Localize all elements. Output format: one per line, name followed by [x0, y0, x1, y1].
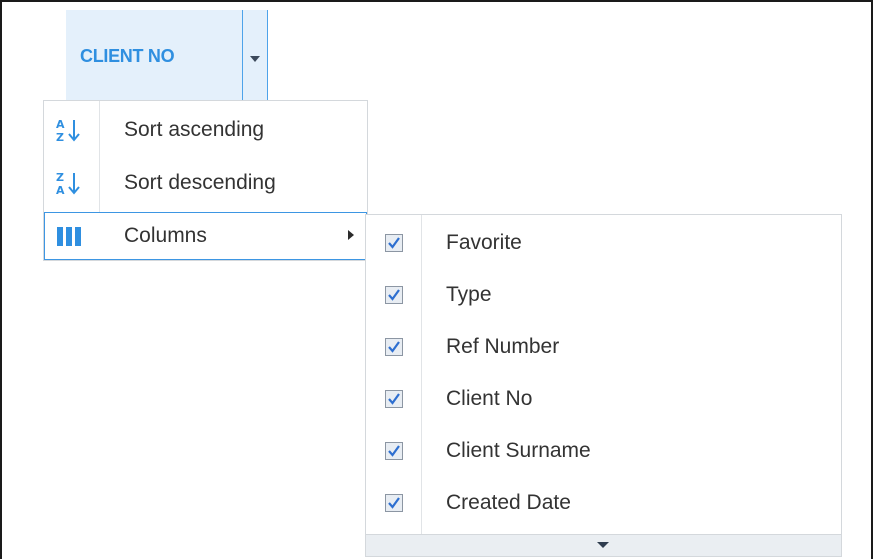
checkbox[interactable] — [385, 286, 403, 304]
column-context-menu: A Z Sort ascending Z A Sort descending C… — [43, 100, 368, 261]
menu-item-label: Columns — [124, 224, 207, 247]
menu-item-sort-ascending[interactable]: A Z Sort ascending — [44, 104, 367, 156]
column-toggle-label: Type — [446, 283, 492, 306]
submenu-scroll-down-button[interactable] — [366, 534, 841, 556]
column-toggle-label: Created Date — [446, 491, 571, 514]
checkbox[interactable] — [385, 442, 403, 460]
column-header-title: CLIENT NO — [80, 46, 175, 66]
checkbox[interactable] — [385, 338, 403, 356]
column-toggle-label: Client No — [446, 387, 533, 410]
columns-submenu: Favorite Type Ref Number Client No Clien… — [365, 214, 842, 557]
column-toggle-client-surname[interactable]: Client Surname — [366, 425, 841, 477]
menu-item-label: Sort ascending — [124, 118, 265, 141]
column-toggle-label: Client Surname — [446, 439, 591, 462]
sort-ascending-icon: A Z — [54, 116, 84, 144]
column-toggle-label: Favorite — [446, 231, 522, 254]
columns-icon — [54, 222, 84, 250]
chevron-down-icon — [250, 56, 260, 62]
menu-item-label: Sort descending — [124, 171, 276, 194]
chevron-down-icon — [597, 542, 609, 548]
svg-text:Z: Z — [56, 131, 64, 144]
menu-item-sort-descending[interactable]: Z A Sort descending — [44, 157, 367, 209]
svg-text:A: A — [56, 184, 65, 197]
svg-text:A: A — [56, 118, 65, 131]
column-toggle-label: Ref Number — [446, 335, 560, 358]
svg-text:Z: Z — [56, 171, 64, 184]
column-toggle-ref-number[interactable]: Ref Number — [366, 321, 841, 373]
column-menu-button[interactable] — [242, 10, 268, 100]
column-toggle-created-date[interactable]: Created Date — [366, 477, 841, 529]
checkbox[interactable] — [385, 234, 403, 252]
column-header-client-no[interactable]: CLIENT NO — [66, 10, 268, 100]
column-toggle-favorite[interactable]: Favorite — [366, 217, 841, 269]
chevron-right-icon — [348, 230, 354, 240]
menu-item-columns[interactable]: Columns — [44, 212, 367, 260]
checkbox[interactable] — [385, 494, 403, 512]
column-toggle-client-no[interactable]: Client No — [366, 373, 841, 425]
sort-descending-icon: Z A — [54, 169, 84, 197]
column-toggle-type[interactable]: Type — [366, 269, 841, 321]
checkbox[interactable] — [385, 390, 403, 408]
